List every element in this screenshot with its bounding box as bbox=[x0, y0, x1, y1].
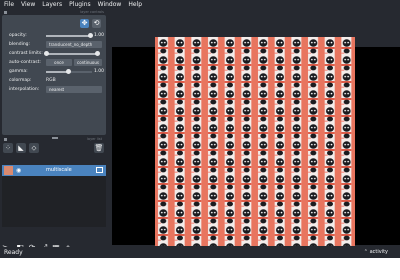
layer-controls-panel: ✥ ⟲ opacity: 1.00 blending: translucent_… bbox=[2, 15, 106, 135]
gamma-row: gamma: 1.00 bbox=[6, 68, 106, 76]
status-bar: Ready ⌃ activity bbox=[0, 247, 400, 258]
opacity-value: 1.00 bbox=[94, 33, 105, 38]
layer-type-image-icon bbox=[96, 167, 103, 173]
activity-button[interactable]: ⌃ activity bbox=[364, 247, 388, 258]
status-ready: Ready bbox=[4, 249, 23, 256]
blending-dropdown[interactable]: translucent_no_depth bbox=[46, 41, 102, 48]
menu-layers[interactable]: Layers bbox=[38, 0, 65, 10]
new-points-layer-icon[interactable]: ⁘ bbox=[3, 143, 13, 153]
colormap-value: RGB bbox=[46, 78, 56, 83]
contrast-limits-row: contrast limits: bbox=[6, 50, 106, 58]
interpolation-value: nearest bbox=[49, 87, 65, 92]
layer-row[interactable]: ◉ multiscale bbox=[2, 165, 106, 176]
layers-toolbar: ⁘ ◣ ⬦ 🗑 bbox=[0, 141, 110, 155]
layer-controls-title: layer controls bbox=[80, 10, 104, 14]
menu-plugins[interactable]: Plugins bbox=[65, 0, 94, 10]
auto-contrast-label: auto-contrast: bbox=[9, 60, 41, 65]
opacity-slider-handle[interactable] bbox=[88, 33, 93, 38]
gamma-label: gamma: bbox=[9, 69, 28, 74]
opacity-row: opacity: 1.00 bbox=[6, 32, 106, 40]
opacity-slider-fill bbox=[46, 35, 90, 37]
delete-layer-icon[interactable]: 🗑 bbox=[94, 143, 104, 153]
left-panel: layer controls ✥ ⟲ opacity: 1.00 blendin… bbox=[0, 10, 110, 252]
menu-bar: File View Layers Plugins Window Help bbox=[0, 0, 400, 10]
menu-file[interactable]: File bbox=[0, 0, 17, 10]
gamma-slider-handle[interactable] bbox=[66, 69, 71, 74]
auto-contrast-once-button[interactable]: once bbox=[46, 59, 72, 66]
multiscale-image bbox=[155, 37, 355, 246]
contrast-limits-label: contrast limits: bbox=[9, 51, 43, 56]
contrast-limits-fill bbox=[46, 53, 98, 55]
layer-thumbnail bbox=[4, 166, 13, 175]
outside-window-area bbox=[0, 258, 400, 280]
new-shapes-layer-icon[interactable]: ◣ bbox=[16, 143, 26, 153]
contrast-max-handle[interactable] bbox=[95, 51, 100, 56]
gamma-value: 1.00 bbox=[94, 69, 105, 74]
transform-icon[interactable]: ⟲ bbox=[92, 19, 101, 28]
auto-contrast-row: auto-contrast: once continuous bbox=[6, 59, 106, 67]
blending-value: translucent_no_depth bbox=[49, 42, 93, 47]
menu-window[interactable]: Window bbox=[94, 0, 125, 10]
menu-help[interactable]: Help bbox=[124, 0, 145, 10]
visibility-eye-icon[interactable]: ◉ bbox=[16, 166, 23, 175]
image-svg bbox=[155, 37, 355, 246]
splitter-handle[interactable] bbox=[52, 137, 58, 139]
interpolation-dropdown[interactable]: nearest bbox=[46, 86, 102, 93]
dock-handle-icon[interactable] bbox=[4, 11, 7, 14]
opacity-slider[interactable] bbox=[46, 33, 93, 38]
new-labels-layer-icon[interactable]: ⬦ bbox=[29, 143, 39, 153]
contrast-limits-slider[interactable] bbox=[44, 51, 100, 56]
interpolation-row: interpolation: nearest bbox=[6, 86, 106, 94]
gamma-slider[interactable] bbox=[46, 69, 92, 74]
layer-list: ◉ multiscale bbox=[2, 165, 106, 227]
interpolation-label: interpolation: bbox=[9, 87, 40, 92]
opacity-label: opacity: bbox=[9, 33, 27, 38]
blending-label: blending: bbox=[9, 42, 31, 47]
activity-label: activity bbox=[369, 249, 388, 255]
auto-contrast-continuous-button[interactable]: continuous bbox=[74, 59, 102, 66]
pan-zoom-icon[interactable]: ✥ bbox=[80, 19, 89, 28]
contrast-min-handle[interactable] bbox=[44, 51, 49, 56]
menu-view[interactable]: View bbox=[17, 0, 38, 10]
colormap-row: colormap: RGB bbox=[6, 77, 106, 85]
colormap-label: colormap: bbox=[9, 78, 32, 83]
blending-row: blending: translucent_no_depth bbox=[6, 41, 106, 49]
layer-name[interactable]: multiscale bbox=[46, 165, 72, 176]
